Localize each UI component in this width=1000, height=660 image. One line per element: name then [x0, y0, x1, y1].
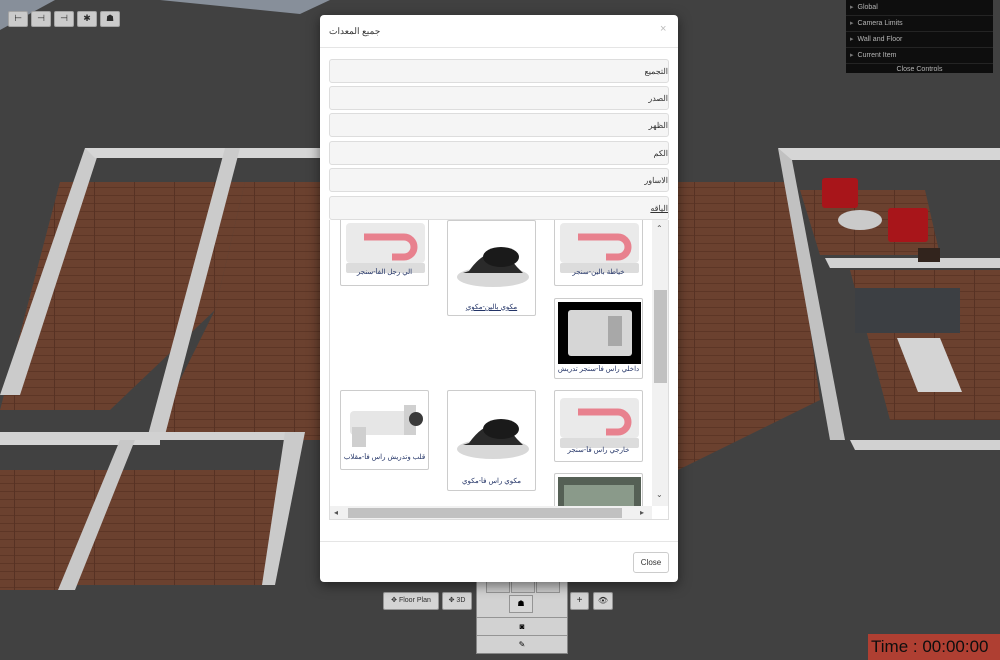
coverstitch-machine-image	[558, 302, 641, 364]
scroll-left-icon[interactable]: ◂	[334, 508, 338, 518]
steam-press-image	[457, 247, 529, 287]
equipment-caption: خياطة بالين-سنجر	[572, 269, 625, 276]
modal-title: جميع المعدات	[329, 26, 381, 36]
sewing-machine-image	[560, 398, 639, 448]
equipment-card[interactable]: مكوي راس فأ-مكوي	[447, 390, 536, 491]
industrial-machine-image	[350, 405, 423, 447]
equipment-card[interactable]: خارجي راس فأ-سنجر	[554, 390, 643, 462]
equipment-card[interactable]: داخلي راس فأ-سنجر تدريش	[554, 298, 643, 379]
collar-equipment-grid[interactable]: خياطة بالين-سنجر مكوي بالين-مكوي الي رجل…	[329, 220, 669, 520]
vertical-scroll-thumb[interactable]	[654, 290, 667, 383]
equipment-caption: الي رجل الفأ-سنجر	[356, 269, 413, 276]
equipment-caption: مكوي راس فأ-مكوي	[462, 478, 521, 485]
equipment-card[interactable]: الي رجل الفأ-سنجر	[340, 220, 429, 286]
accordion-section-cuffs[interactable]: الاساور	[329, 168, 669, 192]
equipment-caption: خارجي راس فأ-سنجر	[567, 447, 630, 454]
vertical-scrollbar[interactable]: ⌃ ⌄	[652, 220, 668, 506]
modal-footer: Close	[320, 541, 678, 582]
scroll-up-icon[interactable]: ⌃	[656, 224, 663, 234]
accordion-section-assembly[interactable]: التجميع	[329, 59, 669, 83]
accordion-section-chest[interactable]: الصدر	[329, 86, 669, 110]
modal-close-x-button[interactable]: ×	[660, 23, 666, 35]
steam-press-image	[457, 419, 529, 459]
equipment-caption: مكوي بالين-مكوي	[465, 304, 518, 311]
scroll-right-icon[interactable]: ▸	[640, 508, 644, 518]
equipment-caption: داخلي راس فأ-سنجر تدريش	[557, 366, 640, 373]
accordion-section-back[interactable]: الظهر	[329, 113, 669, 137]
close-button[interactable]: Close	[633, 552, 669, 573]
equipment-card[interactable]: قلب وتدريش راس فأ-مقلاب	[340, 390, 429, 470]
accordion-section-sleeve[interactable]: الكم	[329, 141, 669, 165]
equipment-modal: جميع المعدات × التجميع الصدر الظهر الكم …	[320, 15, 678, 582]
equipment-card[interactable]: خياطة بالين-سنجر	[554, 220, 643, 286]
modal-header: جميع المعدات ×	[320, 15, 678, 48]
horizontal-scrollbar[interactable]: ◂ ▸	[330, 506, 652, 519]
horizontal-scroll-thumb[interactable]	[348, 508, 622, 518]
accordion-section-collar[interactable]: الياقه	[329, 196, 669, 220]
equipment-card[interactable]: مكوي بالين-مكوي	[447, 220, 536, 316]
equipment-caption: قلب وتدريش راس فأ-مقلاب	[343, 454, 426, 461]
scroll-down-icon[interactable]: ⌄	[656, 490, 663, 500]
